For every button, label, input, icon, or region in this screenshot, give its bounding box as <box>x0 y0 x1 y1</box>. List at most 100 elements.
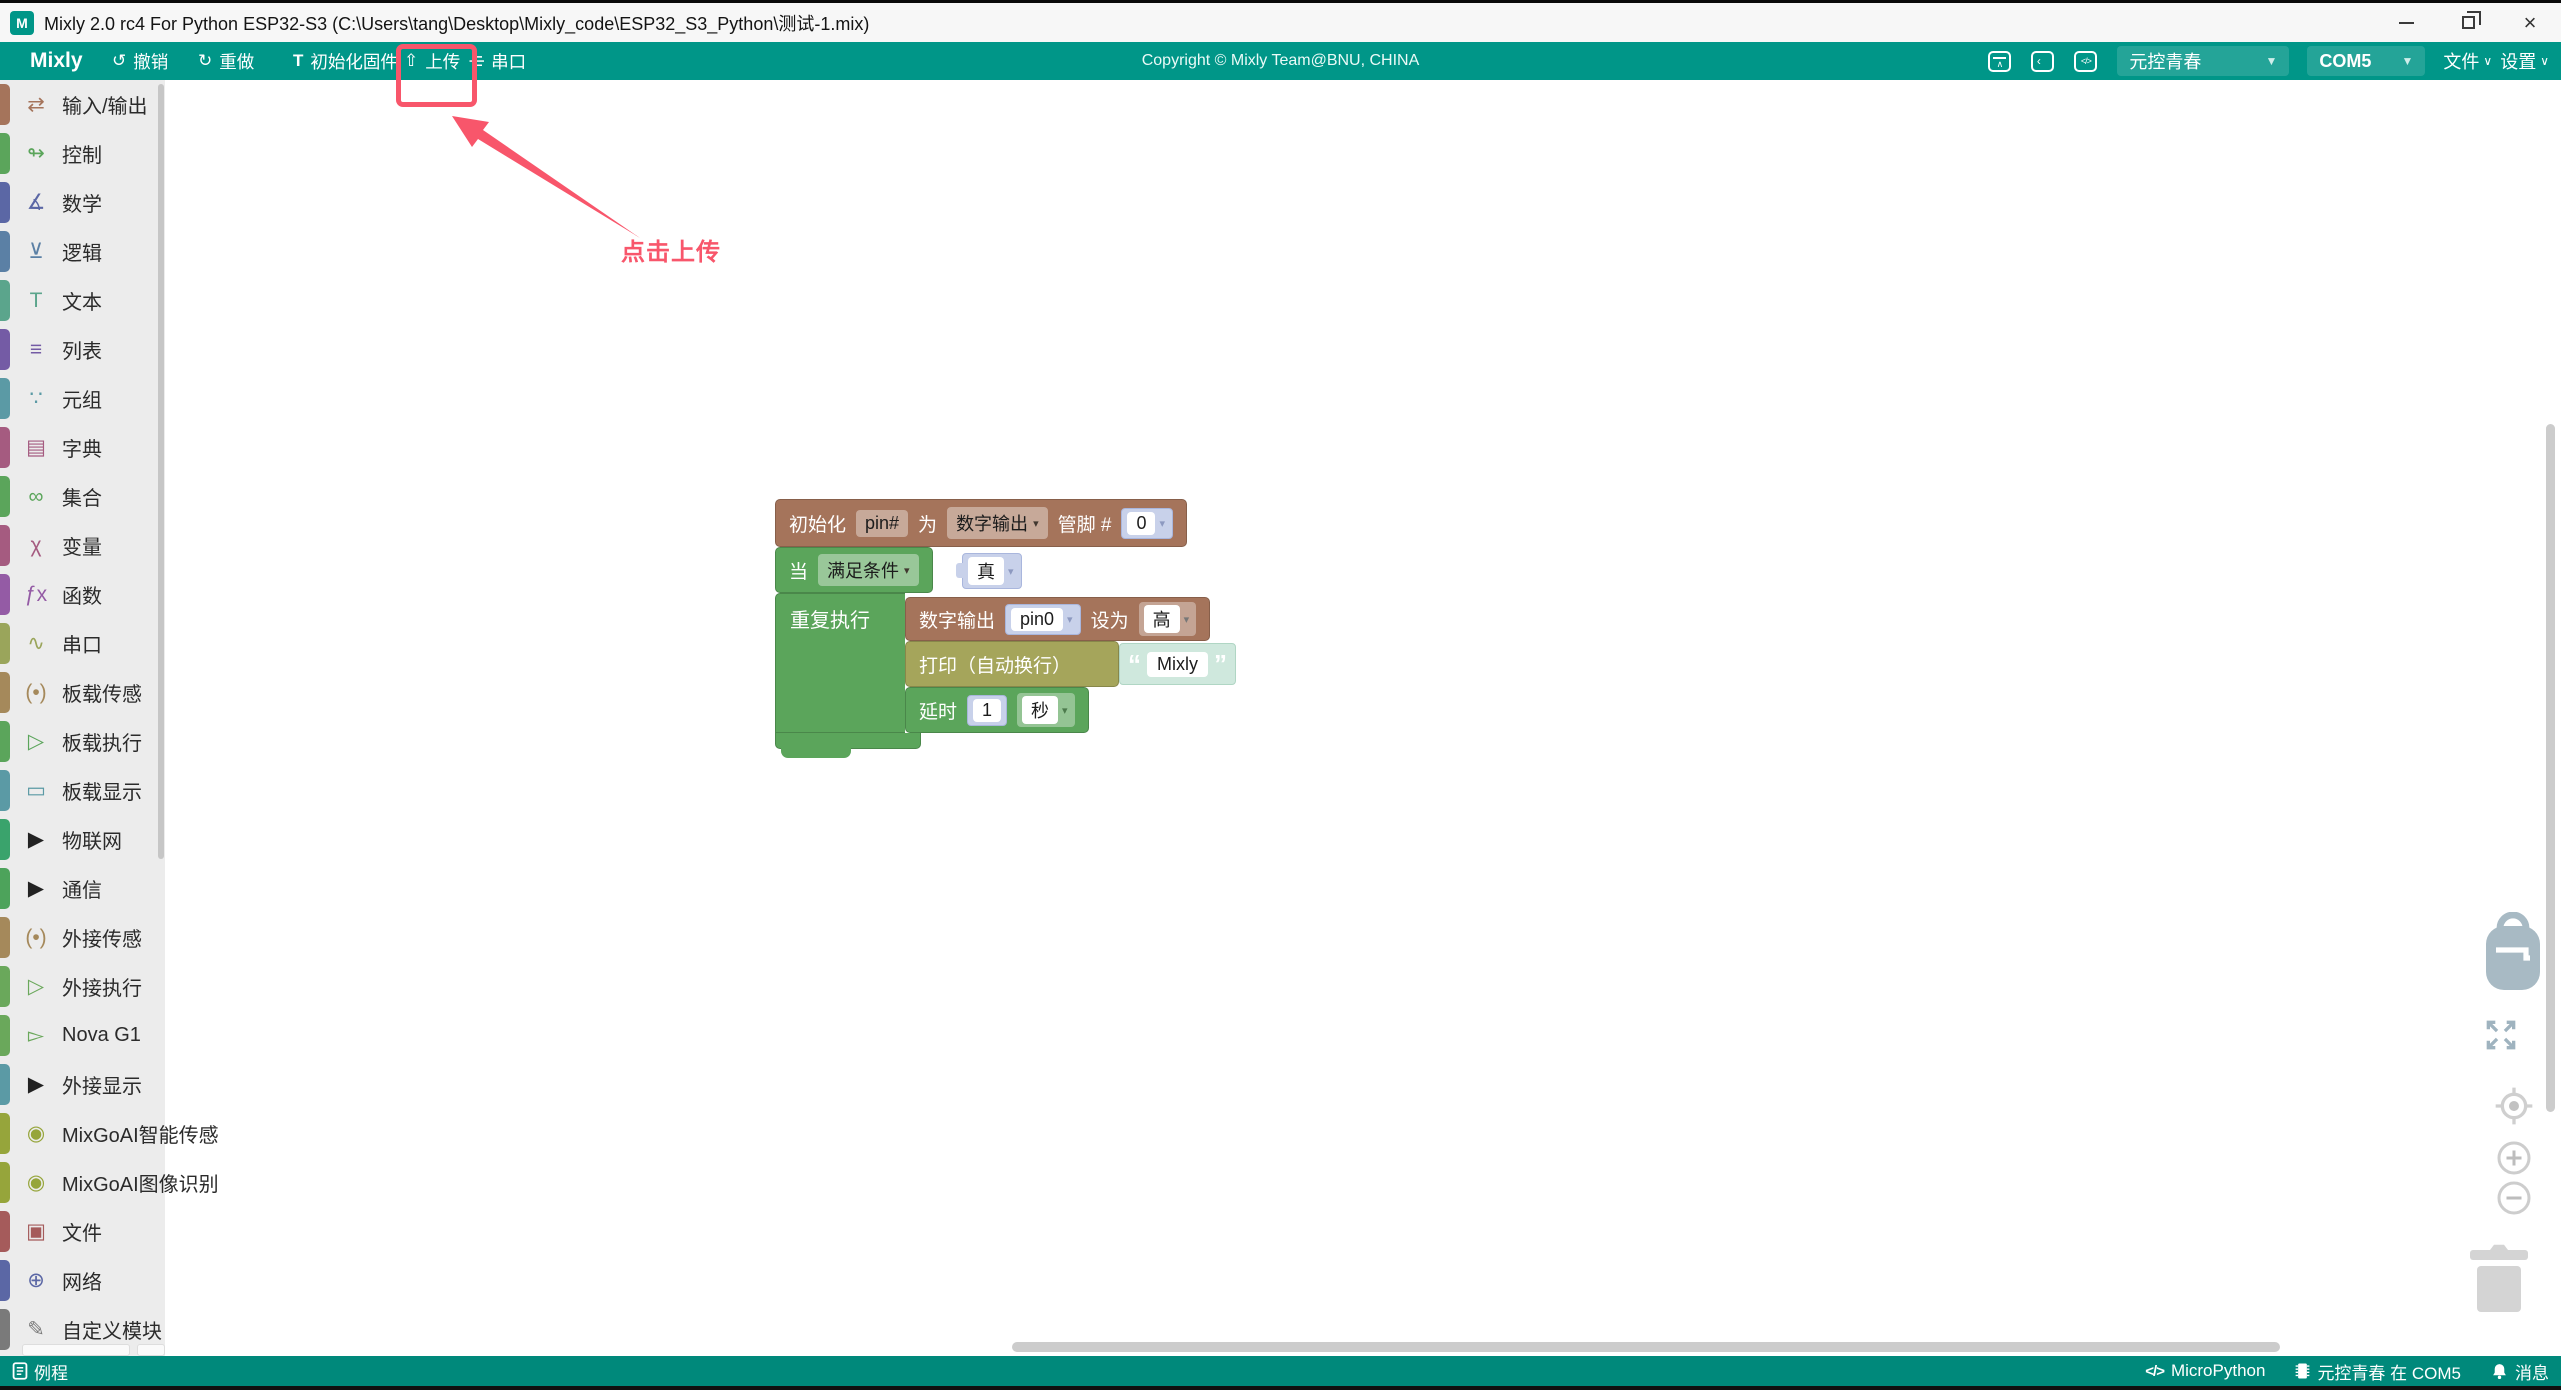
sidebar-category[interactable]: ▷ 板载执行 <box>0 717 165 766</box>
sidebar-category[interactable]: ▭ 板载显示 <box>0 766 165 815</box>
sidebar-category[interactable]: ◉ MixGoAI智能传感 <box>0 1109 165 1158</box>
minimize-button[interactable] <box>2375 3 2437 42</box>
sidebar-category[interactable]: ▣ 文件 <box>0 1207 165 1256</box>
zoom-in-icon[interactable] <box>2496 1140 2532 1176</box>
string-field[interactable]: Mixly <box>1147 652 1208 677</box>
delay-value[interactable]: 1 <box>967 695 1007 726</box>
sidebar-category[interactable]: ∿ 串口 <box>0 619 165 668</box>
category-label: MixGoAI智能传感 <box>62 1119 219 1148</box>
center-target-icon[interactable] <box>2494 1086 2534 1126</box>
language-indicator[interactable]: </> MicroPython <box>2145 1361 2265 1381</box>
pin-variable-dropdown[interactable]: pin0▾ <box>1005 604 1081 635</box>
backpack-icon[interactable] <box>2480 912 2546 996</box>
block-init-pin[interactable]: 初始化 pin# 为 数字输出▾ 管脚 # 0▾ <box>775 499 1187 547</box>
annotation-text: 点击上传 <box>621 232 721 267</box>
canvas-horizontal-scrollbar[interactable] <box>1012 1342 2280 1352</box>
sidebar-category[interactable]: ≡ 列表 <box>0 325 165 374</box>
chevron-down-icon: ∨ <box>2483 54 2492 68</box>
category-label: Nova G1 <box>62 1024 141 1047</box>
examples-button[interactable]: 例程 <box>12 1359 68 1384</box>
category-label: 逻辑 <box>62 237 102 266</box>
sidebar-category[interactable]: χ 变量 <box>0 521 165 570</box>
sidebar-category[interactable]: T 文本 <box>0 276 165 325</box>
category-label: 文本 <box>62 286 102 315</box>
minimize-icon <box>2399 22 2414 24</box>
category-label: 外接执行 <box>62 972 142 1001</box>
sidebar-scrollbar[interactable] <box>158 84 164 859</box>
category-icon: ∿ <box>20 631 52 656</box>
main-toolbar: Mixly ↺ 撤销 ↻ 重做 T 初始化固件 ⇧ 上传 ψ 串口 Copyri… <box>0 42 2561 80</box>
block-delay[interactable]: 延时 1 秒▾ <box>905 687 1089 733</box>
sidebar-category[interactable]: ⊻ 逻辑 <box>0 227 165 276</box>
category-label: 板载传感 <box>62 678 142 707</box>
sidebar-category[interactable]: ∞ 集合 <box>0 472 165 521</box>
string-value-block[interactable]: “ Mixly ” <box>1119 643 1236 685</box>
sidebar-category[interactable]: ∵ 元组 <box>0 374 165 423</box>
pin-mode-dropdown[interactable]: 数字输出▾ <box>947 507 1048 539</box>
block-repeat-forever[interactable]: 重复执行 <box>775 593 905 733</box>
code-view-button[interactable]: </> <box>2074 51 2097 72</box>
level-dropdown[interactable]: 高▾ <box>1139 602 1197 636</box>
restore-button[interactable] <box>2437 3 2499 42</box>
sidebar-category[interactable]: ∡ 数学 <box>0 178 165 227</box>
zoom-out-icon[interactable] <box>2496 1180 2532 1216</box>
board-port-indicator[interactable]: 元控青春 在 COM5 <box>2295 1359 2461 1384</box>
category-icon: ◉ <box>20 1121 52 1146</box>
redo-button[interactable]: ↻ 重做 <box>198 42 254 80</box>
chevron-down-icon: ▼ <box>2266 54 2278 68</box>
sidebar-category[interactable]: ▶ 物联网 <box>0 815 165 864</box>
condition-dropdown[interactable]: 满足条件▾ <box>818 554 919 586</box>
sidebar-category[interactable]: ◉ MixGoAI图像识别 <box>0 1158 165 1207</box>
block-digital-write[interactable]: 数字输出 pin0▾ 设为 高▾ <box>905 597 1210 641</box>
sidebar-category[interactable]: ⊕ 网络 <box>0 1256 165 1305</box>
serial-button[interactable]: ψ 串口 <box>472 42 526 80</box>
undo-button[interactable]: ↺ 撤销 <box>112 42 168 80</box>
category-color-bar <box>0 770 10 811</box>
fit-view-icon[interactable] <box>2482 1016 2520 1054</box>
canvas-vertical-scrollbar[interactable] <box>2546 424 2555 1112</box>
sidebar-category[interactable]: (•) 外接传感 <box>0 913 165 962</box>
trash-icon[interactable] <box>2466 1242 2532 1314</box>
category-label: MixGoAI图像识别 <box>62 1168 219 1197</box>
init-firmware-icon: T <box>293 51 303 71</box>
sidebar-category[interactable]: ↬ 控制 <box>0 129 165 178</box>
block-label: 当 <box>789 557 808 584</box>
delay-unit-dropdown[interactable]: 秒▾ <box>1017 693 1075 727</box>
category-label: 串口 <box>62 629 102 658</box>
category-icon: ▶ <box>20 827 52 852</box>
pin-number-value[interactable]: 0▾ <box>1121 508 1173 539</box>
sidebar-category[interactable]: ⇄ 输入/输出 <box>0 80 165 129</box>
sidebar-search-button[interactable] <box>137 1344 165 1356</box>
category-icon: ⇄ <box>20 92 52 117</box>
sidebar-category[interactable]: ƒx 函数 <box>0 570 165 619</box>
block-label: 重复执行 <box>790 610 870 632</box>
sidebar-category[interactable]: ▷ 外接执行 <box>0 962 165 1011</box>
statusbar-right: </> MicroPython 元控青春 在 COM5 消息 <box>2145 1359 2549 1384</box>
board-select[interactable]: 元控青春 ▼ <box>2117 46 2289 76</box>
init-firmware-button[interactable]: T 初始化固件 <box>293 42 398 80</box>
condition-true-value[interactable]: 真▾ <box>962 553 1022 589</box>
sidebar-category[interactable]: (•) 板载传感 <box>0 668 165 717</box>
close-button[interactable]: × <box>2499 3 2561 42</box>
port-select[interactable]: COM5 ▼ <box>2307 46 2425 76</box>
sidebar-category[interactable]: ▻ Nova G1 <box>0 1011 165 1060</box>
category-color-bar <box>0 133 10 174</box>
category-label: 文件 <box>62 1217 102 1246</box>
window-title: Mixly 2.0 rc4 For Python ESP32-S3 (C:\Us… <box>44 10 869 36</box>
sidebar-search-input[interactable] <box>22 1344 130 1356</box>
sidebar-category[interactable]: ▶ 通信 <box>0 864 165 913</box>
file-menu[interactable]: 文件∨ <box>2443 48 2492 74</box>
block-print[interactable]: 打印（自动换行） <box>905 641 1119 687</box>
sidebar-category[interactable]: ▤ 字典 <box>0 423 165 472</box>
category-color-bar <box>0 182 10 223</box>
chevron-down-icon: ▼ <box>2402 54 2414 68</box>
toggle-side-panel-button[interactable]: ‹ <box>2031 51 2054 72</box>
block-when-condition[interactable]: 当 满足条件▾ <box>775 547 933 593</box>
messages-button[interactable]: 消息 <box>2491 1359 2549 1384</box>
brand-label: Mixly <box>30 42 83 80</box>
toggle-top-panel-button[interactable]: ∧ <box>1988 51 2011 72</box>
sidebar-category[interactable]: ▶ 外接显示 <box>0 1060 165 1109</box>
close-icon: × <box>2524 10 2537 36</box>
pin-name-field[interactable]: pin# <box>856 510 908 537</box>
settings-menu[interactable]: 设置∨ <box>2500 48 2549 74</box>
